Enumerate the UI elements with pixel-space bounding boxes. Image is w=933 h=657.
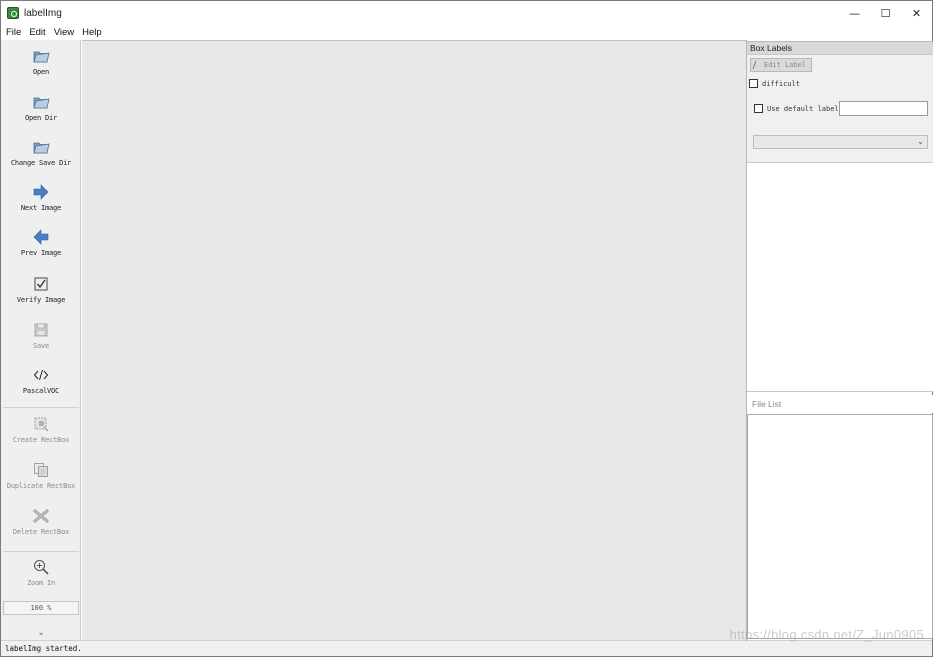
arrow-left-icon — [32, 228, 50, 246]
save-icon — [32, 321, 50, 339]
difficult-label: difficult — [762, 79, 800, 88]
minimize-button[interactable]: — — [839, 1, 870, 25]
zoom-in-icon — [32, 558, 50, 576]
status-text: labelImg started. — [5, 644, 82, 653]
pascal-voc-button[interactable]: PascalVOC — [1, 366, 81, 410]
toolbar-extension-button[interactable]: » — [1, 630, 81, 638]
delete-rectbox-label: Delete RectBox — [12, 528, 70, 536]
chevron-down-icon: ⌄ — [917, 137, 924, 146]
pencil-icon — [752, 61, 764, 69]
default-label-input[interactable] — [839, 101, 928, 116]
app-icon — [7, 7, 19, 19]
use-default-label-label: Use default label — [767, 104, 839, 113]
checkbox-icon — [32, 275, 50, 293]
prev-image-button[interactable]: Prev Image — [1, 228, 81, 272]
image-canvas[interactable] — [82, 40, 746, 640]
tool-bar: Open Open Dir Change Save Dir Next Image… — [1, 40, 81, 640]
file-list-title: File List — [747, 395, 933, 413]
open-dir-button[interactable]: Open Dir — [1, 93, 81, 137]
title-bar: labelImg — ☐ ✕ — [1, 1, 932, 25]
difficult-checkbox[interactable] — [749, 79, 758, 88]
open-button[interactable]: Open — [1, 47, 81, 91]
status-bar: labelImg started. — [1, 640, 932, 656]
delete-icon — [32, 507, 50, 525]
window-title: labelImg — [24, 7, 62, 19]
menu-edit[interactable]: Edit — [25, 27, 49, 38]
change-save-dir-button[interactable]: Change Save Dir — [1, 138, 81, 182]
edit-label-text: Edit Label — [764, 61, 807, 69]
verify-image-button[interactable]: Verify Image — [1, 275, 81, 319]
duplicate-rectbox-label: Duplicate RectBox — [6, 482, 76, 490]
pascal-voc-label: PascalVOC — [22, 387, 60, 395]
toolbar-separator — [3, 407, 79, 408]
create-rect-icon — [32, 415, 50, 433]
folder-icon — [32, 138, 50, 156]
change-save-dir-label: Change Save Dir — [10, 159, 72, 167]
difficult-row: difficult — [749, 79, 800, 88]
verify-image-label: Verify Image — [16, 296, 66, 304]
box-labels-title: Box Labels — [747, 41, 933, 55]
prev-image-label: Prev Image — [20, 249, 62, 257]
label-combo-box[interactable]: ⌄ — [753, 135, 928, 149]
create-rectbox-button[interactable]: Create RectBox — [1, 415, 81, 459]
duplicate-icon — [32, 461, 50, 479]
maximize-button[interactable]: ☐ — [870, 1, 901, 25]
menu-file[interactable]: File — [1, 27, 25, 38]
use-default-label-checkbox[interactable] — [754, 104, 763, 113]
watermark-text: https://blog.csdn.net/Z_Jun0905 — [729, 627, 924, 642]
zoom-value[interactable]: 100 % — [3, 601, 79, 615]
folder-icon — [32, 93, 50, 111]
menu-bar: File Edit View Help — [1, 25, 932, 40]
next-image-button[interactable]: Next Image — [1, 183, 81, 227]
duplicate-rectbox-button[interactable]: Duplicate RectBox — [1, 461, 81, 505]
save-label: Save — [32, 342, 50, 350]
window-controls: — ☐ ✕ — [839, 1, 932, 25]
file-list[interactable] — [747, 414, 933, 639]
use-default-label-row: Use default label — [754, 104, 839, 113]
arrow-right-icon — [32, 183, 50, 201]
menu-help[interactable]: Help — [78, 27, 106, 38]
next-image-label: Next Image — [20, 204, 62, 212]
folder-icon — [32, 47, 50, 65]
right-dock: Box Labels Edit Label difficult Use defa… — [746, 40, 933, 640]
box-labels-panel: Edit Label difficult Use default label ⌄ — [747, 55, 933, 162]
open-label: Open — [32, 68, 50, 76]
zoom-in-label: Zoom In — [26, 579, 56, 587]
create-rectbox-label: Create RectBox — [12, 436, 70, 444]
edit-label-button[interactable]: Edit Label — [750, 58, 812, 72]
save-button[interactable]: Save — [1, 321, 81, 365]
zoom-in-button[interactable]: Zoom In — [1, 558, 81, 602]
code-icon — [32, 366, 50, 384]
close-button[interactable]: ✕ — [901, 1, 932, 25]
open-dir-label: Open Dir — [24, 114, 58, 122]
delete-rectbox-button[interactable]: Delete RectBox — [1, 507, 81, 551]
toolbar-separator — [3, 551, 79, 552]
label-list[interactable] — [747, 162, 933, 392]
menu-view[interactable]: View — [50, 27, 78, 38]
